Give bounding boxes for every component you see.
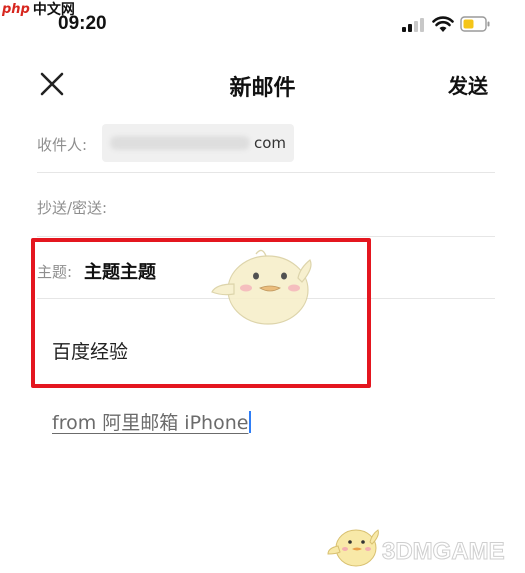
send-button[interactable]: 发送 bbox=[448, 70, 488, 99]
cellular-signal-icon bbox=[402, 18, 424, 32]
to-domain-text: com bbox=[253, 134, 286, 152]
battery-icon bbox=[460, 16, 490, 32]
watermark-logo-latin: php bbox=[2, 1, 30, 17]
page-title: 新邮件 bbox=[229, 76, 296, 101]
signature-text[interactable]: from 阿里邮箱 iPhone bbox=[52, 408, 252, 435]
mascot-watermark-icon bbox=[211, 249, 312, 325]
text-cursor bbox=[249, 411, 252, 433]
wifi-icon bbox=[432, 16, 454, 32]
mascot-logo-icon bbox=[327, 529, 379, 567]
to-field[interactable]: com bbox=[102, 124, 294, 162]
watermark-text: 3DMGAME bbox=[382, 538, 506, 566]
signature-label: from 阿里邮箱 iPhone bbox=[52, 412, 249, 434]
divider bbox=[37, 172, 495, 173]
divider bbox=[37, 236, 495, 237]
to-label: 收件人: bbox=[37, 136, 88, 154]
cc-bcc-field[interactable]: 抄送/密送: bbox=[37, 197, 107, 218]
status-time: 09:20 bbox=[58, 13, 107, 34]
blurred-email-address bbox=[110, 136, 250, 150]
